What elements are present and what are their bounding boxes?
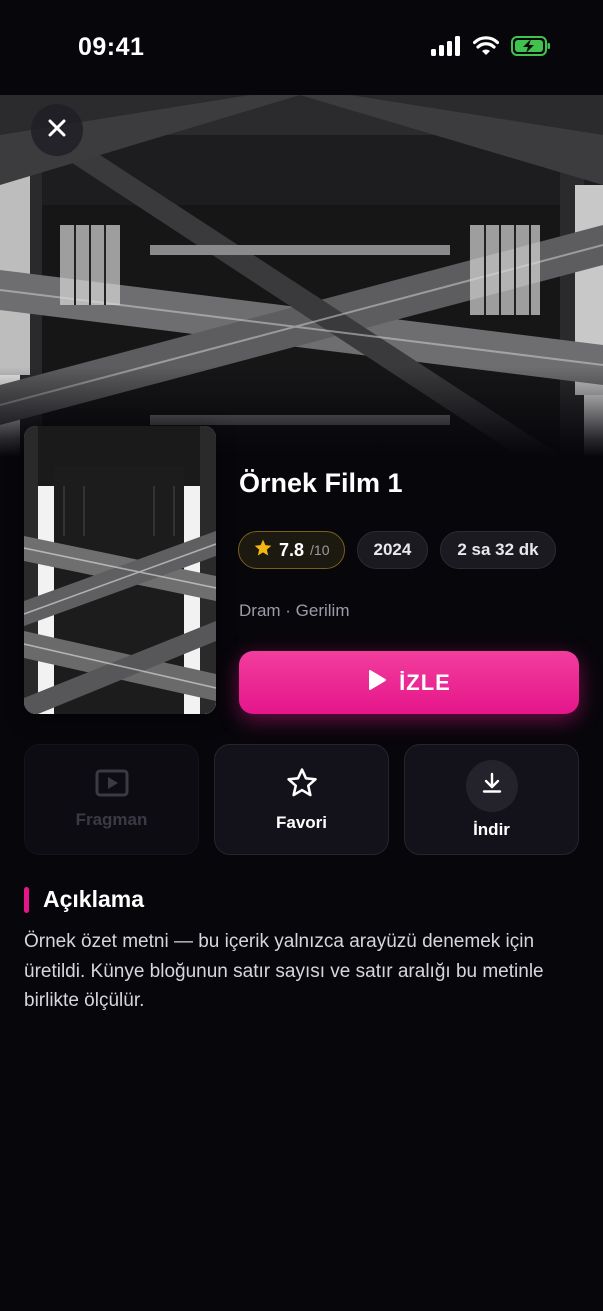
action-row: Fragman Favori İndir <box>24 744 579 855</box>
watch-button[interactable]: İZLE <box>239 651 579 714</box>
cellular-signal-icon <box>431 36 461 61</box>
star-outline-icon <box>285 766 319 805</box>
genre-list: Dram · Gerilim <box>239 601 350 620</box>
play-icon <box>367 669 387 696</box>
status-time: 09:41 <box>78 33 145 61</box>
rating-max: /10 <box>310 542 330 558</box>
status-icons <box>431 36 551 61</box>
download-icon-circle <box>465 759 518 812</box>
duration-badge: 2 sa 32 dk <box>440 531 556 569</box>
close-button[interactable] <box>31 104 83 156</box>
year-badge: 2024 <box>356 531 429 569</box>
description-header: Açıklama <box>24 886 144 913</box>
meta-chips: 7.8 /10 2024 2 sa 32 dk <box>238 531 556 569</box>
download-button[interactable]: İndir <box>404 744 579 855</box>
section-accent-bar <box>24 886 29 913</box>
trailer-label: Fragman <box>75 810 148 829</box>
star-icon <box>253 538 273 563</box>
download-icon <box>481 772 503 799</box>
wifi-icon <box>472 36 500 61</box>
backdrop-image <box>0 95 603 457</box>
trailer-button[interactable]: Fragman <box>24 744 199 855</box>
rating-value: 7.8 <box>279 539 305 560</box>
movie-title: Örnek Film 1 <box>239 468 403 498</box>
close-icon <box>47 118 67 143</box>
watch-button-label: İZLE <box>399 669 451 695</box>
favorite-label: Favori <box>275 813 328 832</box>
poster-image <box>24 426 216 714</box>
movie-detail-screen: 09:41 Örnek Film 1 7.8 /10 2024 2 sa 32 … <box>0 0 603 1311</box>
description-heading: Açıklama <box>43 886 145 912</box>
status-bar: 09:41 <box>0 0 603 95</box>
favorite-button[interactable]: Favori <box>214 744 389 855</box>
download-label: İndir <box>473 819 510 839</box>
rating-badge: 7.8 /10 <box>238 531 345 569</box>
battery-charging-icon <box>511 36 551 61</box>
video-play-icon <box>95 769 129 802</box>
description-text: Örnek özet metni — bu içerik yalnızca ar… <box>24 931 544 1011</box>
